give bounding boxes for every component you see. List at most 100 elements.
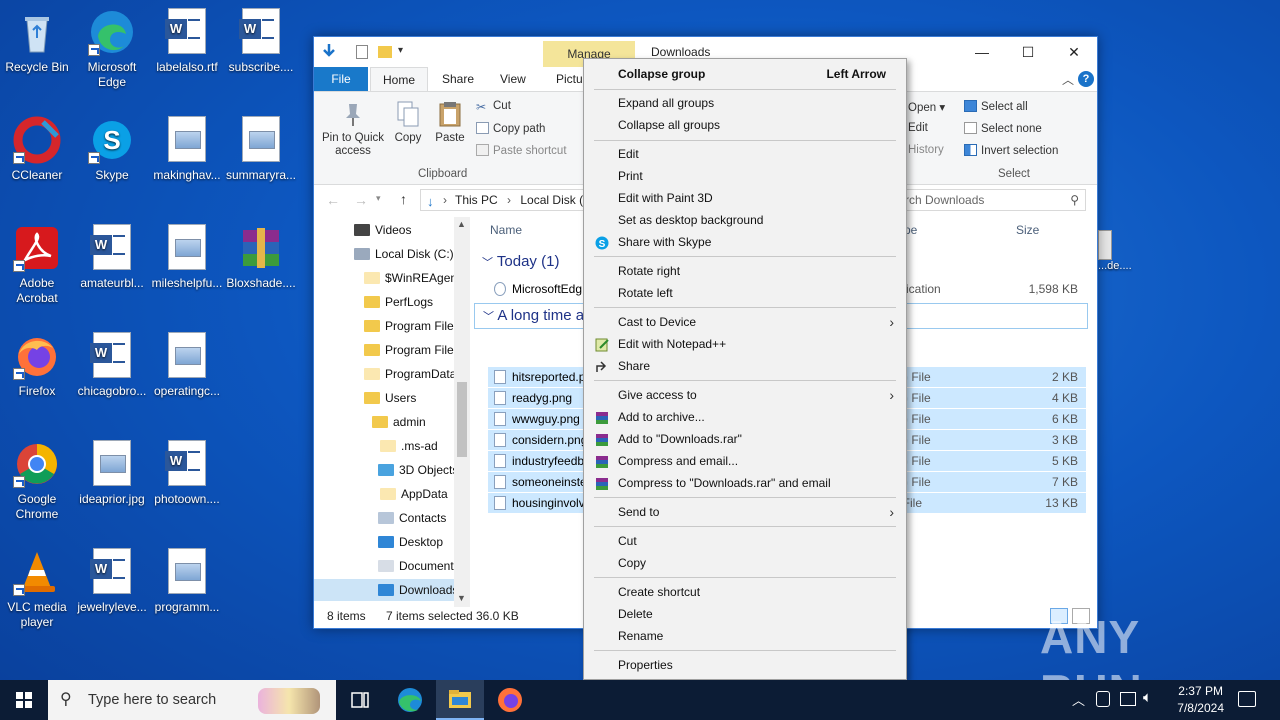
help-icon[interactable]: ? — [1078, 71, 1094, 87]
volume-icon[interactable]: 🔈︎ — [1143, 689, 1152, 706]
menu-item-edit-with-notepadpp[interactable]: Edit with Notepad++ — [584, 333, 906, 355]
scroll-down-icon[interactable]: ▼ — [457, 593, 466, 603]
menu-item-print[interactable]: Print — [584, 165, 906, 187]
tab-view[interactable]: View — [488, 67, 538, 91]
nav-item-winreagent[interactable]: $WinREAgent — [364, 267, 460, 289]
desktop-icon-makinghav[interactable]: makinghav... — [150, 116, 224, 183]
search-downloads-input[interactable]: rch Downloads ⚲ — [896, 189, 1086, 211]
new-folder-icon[interactable] — [378, 46, 392, 58]
down-arrow-icon[interactable] — [322, 43, 336, 59]
menu-item-add-to-downloads-rar[interactable]: Add to "Downloads.rar" — [584, 428, 906, 450]
recent-locations-icon[interactable]: ▾ — [376, 193, 381, 204]
chevron-up-icon[interactable]: ︿ — [1062, 71, 1074, 88]
menu-item-cut[interactable]: Cut — [584, 530, 906, 552]
breadcrumb-local-disk[interactable]: Local Disk ( — [520, 193, 583, 207]
nav-item-desktop[interactable]: Desktop — [378, 531, 443, 553]
menu-item-cast-to-device[interactable]: Cast to Device › — [584, 311, 906, 333]
menu-item-properties[interactable]: Properties — [584, 654, 906, 676]
desktop-icon-edge[interactable]: Microsoft Edge — [75, 8, 149, 90]
desktop-icon-chicagobro[interactable]: W chicagobro... — [75, 332, 149, 399]
desktop-icon-operatingc[interactable]: operatingc... — [150, 332, 224, 399]
desktop-icon-firefox[interactable]: Firefox — [0, 332, 74, 399]
desktop-icon-programm[interactable]: programm... — [150, 548, 224, 615]
copy-button[interactable]: Copy — [390, 100, 426, 145]
pin-quick-access-button[interactable]: Pin to Quick access — [320, 100, 386, 158]
nav-item-program-files[interactable]: Program Files — [364, 315, 460, 337]
notifications-icon[interactable] — [1238, 691, 1256, 707]
menu-item-create-shortcut[interactable]: Create shortcut — [584, 581, 906, 603]
menu-item-send-to[interactable]: Send to › — [584, 501, 906, 523]
edit-button[interactable]: Edit — [908, 122, 928, 134]
menu-item-edit[interactable]: Edit — [584, 143, 906, 165]
menu-item-rotate-left[interactable]: Rotate left — [584, 282, 906, 304]
menu-item-rotate-right[interactable]: Rotate right — [584, 260, 906, 282]
select-all-button[interactable]: Select all — [964, 100, 1028, 113]
invert-selection-button[interactable]: Invert selection — [964, 144, 1058, 157]
nav-item-ms-ad[interactable]: .ms-ad — [380, 435, 438, 457]
properties-icon[interactable] — [356, 45, 368, 59]
desktop-icon-bloxshade[interactable]: Bloxshade.... — [224, 224, 298, 291]
desktop-icon-partial[interactable]: ...de.... — [1098, 230, 1132, 272]
menu-item-delete[interactable]: Delete — [584, 603, 906, 625]
open-button[interactable]: Open ▾ — [908, 100, 945, 114]
nav-item-perflogs[interactable]: PerfLogs — [364, 291, 433, 313]
nav-item-users[interactable]: Users — [364, 387, 416, 409]
paste-button[interactable]: Paste — [432, 100, 468, 145]
desktop-icon-subscribe[interactable]: W subscribe.... — [224, 8, 298, 75]
paste-shortcut-button[interactable]: Paste shortcut — [476, 144, 567, 157]
forward-arrow-icon[interactable]: → — [354, 192, 368, 208]
scroll-up-icon[interactable]: ▲ — [457, 219, 466, 229]
back-arrow-icon[interactable]: ← — [326, 192, 340, 208]
menu-item-compress-to-rar-and-email[interactable]: Compress to "Downloads.rar" and email — [584, 472, 906, 494]
tab-file[interactable]: File — [314, 67, 368, 91]
taskbar-edge[interactable] — [386, 680, 434, 720]
nav-item-documents[interactable]: Documents — [378, 555, 460, 577]
column-header-name[interactable]: Name — [490, 223, 522, 237]
desktop-icon-mileshelpfu[interactable]: mileshelpfu... — [150, 224, 224, 291]
group-header-today[interactable]: ﹀ Today (1) — [482, 253, 559, 270]
desktop-icon-vlc[interactable]: VLC media player — [0, 548, 74, 630]
menu-item-copy[interactable]: Copy — [584, 552, 906, 574]
nav-item-3d-objects[interactable]: 3D Objects — [378, 459, 458, 481]
desktop-icon-summaryra[interactable]: summaryra... — [224, 116, 298, 183]
nav-item-program-files-x86[interactable]: Program Files — [364, 339, 460, 361]
close-button[interactable]: ✕ — [1051, 37, 1097, 67]
nav-item-downloads[interactable]: Downloads — [314, 579, 458, 601]
tab-share[interactable]: Share — [430, 67, 486, 91]
menu-item-compress-and-email[interactable]: Compress and email... — [584, 450, 906, 472]
nav-item-appdata[interactable]: AppData — [380, 483, 448, 505]
customize-qat-icon[interactable]: ▾ — [398, 45, 403, 56]
minimize-button[interactable]: — — [959, 37, 1005, 67]
desktop-icon-recycle-bin[interactable]: Recycle Bin — [0, 8, 74, 75]
menu-item-collapse-group[interactable]: Collapse group Left Arrow — [584, 63, 906, 85]
menu-item-edit-paint-3d[interactable]: Edit with Paint 3D — [584, 187, 906, 209]
taskbar-search-input[interactable]: ⚲ Type here to search — [48, 680, 336, 720]
up-arrow-icon[interactable]: ↑ — [400, 191, 407, 207]
scrollbar-thumb[interactable] — [457, 382, 467, 457]
breadcrumb-this-pc[interactable]: This PC — [455, 193, 498, 207]
menu-item-expand-all-groups[interactable]: Expand all groups — [584, 92, 906, 114]
show-hidden-icons-chevron-icon[interactable]: ︿ — [1072, 690, 1085, 709]
start-button[interactable] — [0, 680, 48, 720]
desktop-icon-amateurbl[interactable]: W amateurbl... — [75, 224, 149, 291]
desktop-icon-labelalso[interactable]: W labelalso.rtf — [150, 8, 224, 75]
network-icon[interactable] — [1120, 692, 1136, 706]
taskbar-file-explorer[interactable] — [436, 680, 484, 720]
menu-item-add-to-archive[interactable]: Add to archive... — [584, 406, 906, 428]
taskbar-firefox[interactable] — [486, 680, 534, 720]
desktop-icon-ccleaner[interactable]: CCleaner — [0, 116, 74, 183]
desktop-icon-skype[interactable]: S Skype — [75, 116, 149, 183]
tab-home[interactable]: Home — [370, 67, 429, 91]
menu-item-collapse-all-groups[interactable]: Collapse all groups — [584, 114, 906, 136]
maximize-button[interactable]: ☐ — [1005, 37, 1051, 67]
nav-item-admin[interactable]: admin — [372, 411, 426, 433]
desktop-icon-photoown[interactable]: W photoown.... — [150, 440, 224, 507]
desktop-icon-jewelryleve[interactable]: W jewelryleve... — [75, 548, 149, 615]
nav-item-contacts[interactable]: Contacts — [378, 507, 446, 529]
desktop-icon-adobe-acrobat[interactable]: Adobe Acrobat — [0, 224, 74, 306]
cut-button[interactable]: ✂ Cut — [476, 100, 511, 114]
column-header-size[interactable]: Size — [1016, 223, 1039, 237]
menu-item-rename[interactable]: Rename — [584, 625, 906, 647]
taskbar-clock[interactable]: 2:37 PM 7/8/2024 — [1177, 683, 1224, 717]
network-meeting-icon[interactable] — [1096, 691, 1110, 707]
